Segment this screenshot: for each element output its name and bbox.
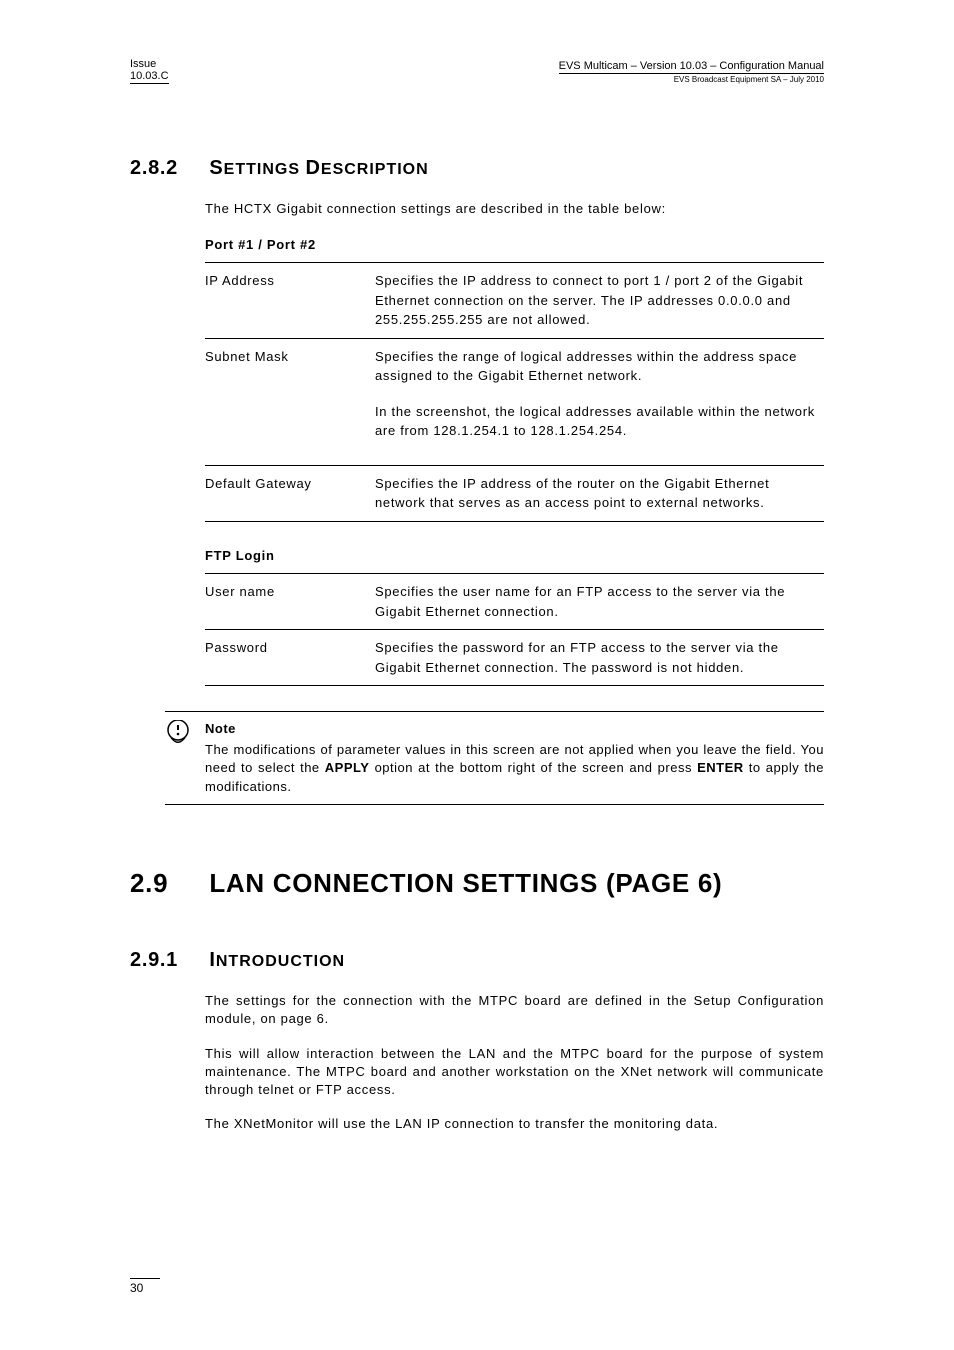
ftp-heading: FTP Login [205, 547, 824, 565]
table-row: Password Specifies the password for an F… [205, 630, 824, 686]
note-body: The modifications of parameter values in… [205, 741, 824, 796]
table-row: User name Specifies the user name for an… [205, 574, 824, 630]
param-desc: Specifies the IP address to connect to p… [375, 263, 824, 339]
param-desc: Specifies the IP address of the router o… [375, 465, 824, 521]
chapter-number: 2.9 [130, 865, 205, 901]
port-heading: Port #1 / Port #2 [205, 236, 824, 254]
table-row: Subnet Mask Specifies the range of logic… [205, 338, 824, 465]
page-number: 30 [130, 1278, 160, 1295]
intro-p1: The settings for the connection with the… [205, 992, 824, 1028]
header-right: EVS Multicam – Version 10.03 – Configura… [559, 60, 824, 84]
intro-p3: The XNetMonitor will use the LAN IP conn… [205, 1115, 824, 1133]
param-desc: Specifies the range of logical addresses… [375, 338, 824, 465]
param-desc: Specifies the user name for an FTP acces… [375, 574, 824, 630]
note-block: Note The modifications of parameter valu… [165, 711, 824, 805]
section-number: 2.8.2 [130, 154, 205, 182]
chapter-title: LAN CONNECTION SETTINGS (PAGE 6) [209, 865, 722, 901]
section-2.8.2-header: 2.8.2 SETTINGS DESCRIPTION [130, 154, 824, 182]
section-2.9-header: 2.9 LAN CONNECTION SETTINGS (PAGE 6) [130, 865, 824, 901]
param-name: Default Gateway [205, 465, 375, 521]
section-title: INTRODUCTION [209, 946, 345, 974]
param-desc: Specifies the password for an FTP access… [375, 630, 824, 686]
table-row: Default Gateway Specifies the IP address… [205, 465, 824, 521]
param-name: Password [205, 630, 375, 686]
note-text: Note The modifications of parameter valu… [205, 720, 824, 796]
table-row: IP Address Specifies the IP address to c… [205, 263, 824, 339]
port-table: IP Address Specifies the IP address to c… [205, 262, 824, 522]
param-name: Subnet Mask [205, 338, 375, 465]
header-left: Issue 10.03.C [130, 58, 169, 84]
param-name: User name [205, 574, 375, 630]
section-number: 2.9.1 [130, 946, 205, 974]
issue-number: 10.03.C [130, 70, 169, 82]
param-name: IP Address [205, 263, 375, 339]
intro-p2: This will allow interaction between the … [205, 1045, 824, 1100]
issue-label: Issue [130, 58, 169, 70]
page-header: Issue 10.03.C EVS Multicam – Version 10.… [130, 58, 824, 84]
manual-company: EVS Broadcast Equipment SA – July 2010 [559, 75, 824, 84]
note-icon [165, 720, 205, 796]
note-label: Note [205, 720, 824, 738]
section-2.9.1-header: 2.9.1 INTRODUCTION [130, 946, 824, 974]
ftp-table: User name Specifies the user name for an… [205, 573, 824, 686]
intro-text: The HCTX Gigabit connection settings are… [205, 200, 824, 218]
manual-title: EVS Multicam – Version 10.03 – Configura… [559, 60, 824, 74]
section-title: SETTINGS DESCRIPTION [209, 154, 428, 182]
